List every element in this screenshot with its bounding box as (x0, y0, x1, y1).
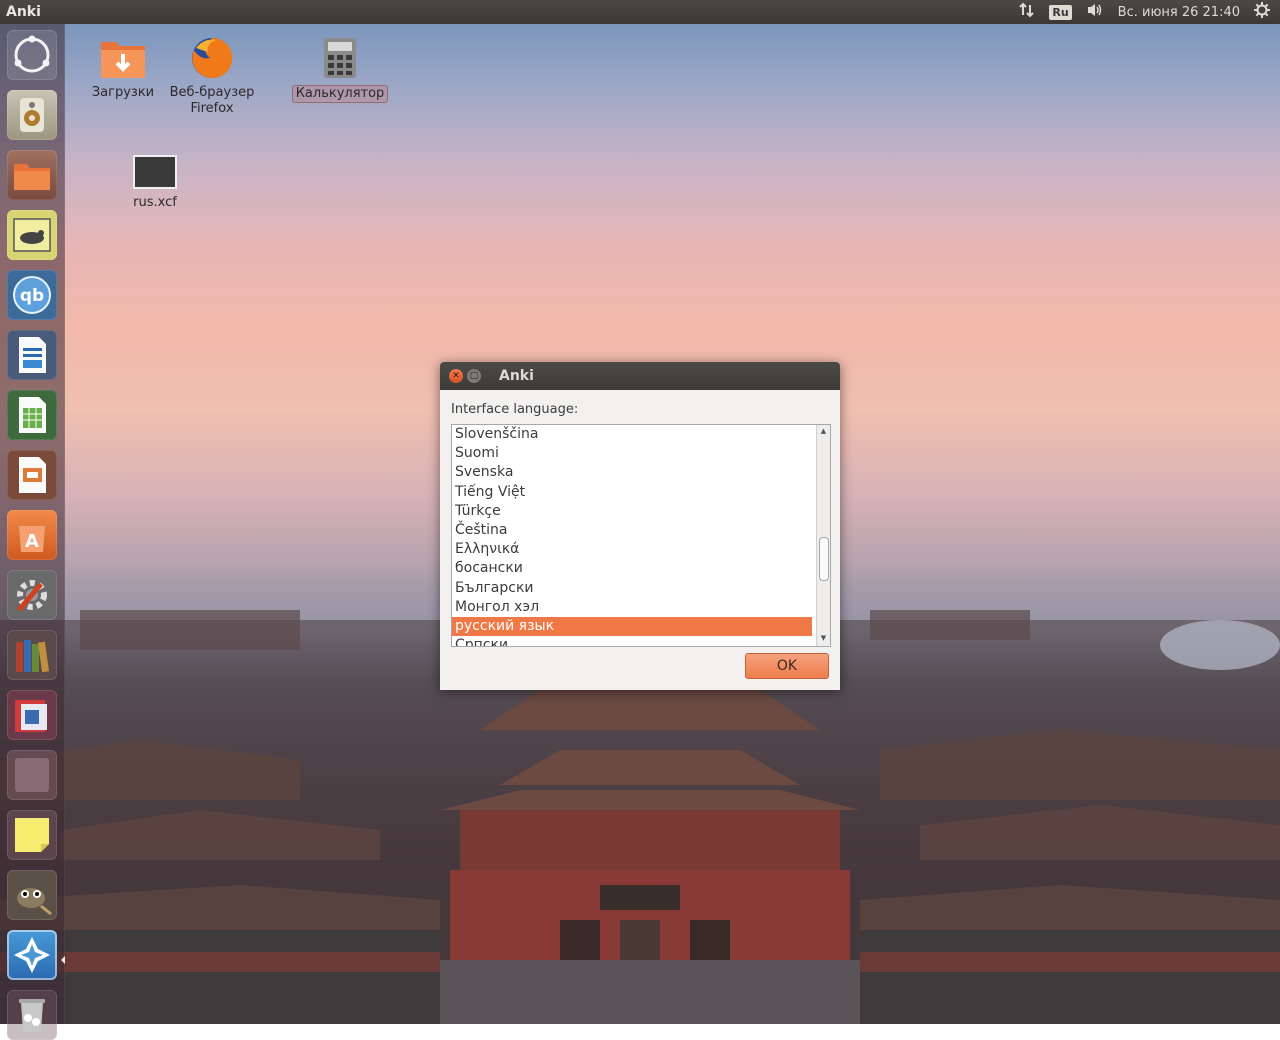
language-option[interactable]: Türkçe (452, 502, 812, 521)
top-panel: Anki Ru Вс. июня 26 21:40 (0, 0, 1280, 24)
downloads-folder-icon (101, 42, 145, 78)
dialog-title: Anki (499, 368, 534, 384)
desktop-icon-firefox[interactable]: Веб-браузер Firefox (166, 34, 258, 117)
language-option[interactable]: Čeština (452, 521, 812, 540)
sticky-notes-icon[interactable] (7, 810, 57, 860)
session-gear-icon[interactable] (1254, 2, 1270, 22)
active-app-title[interactable]: Anki (0, 4, 41, 20)
audio-player-icon[interactable] (7, 90, 57, 140)
workspaces-icon[interactable] (7, 750, 57, 800)
svg-text:qb: qb (20, 286, 44, 306)
system-settings-icon[interactable] (7, 570, 57, 620)
desktop-icon-label: Калькулятор (291, 85, 389, 103)
keyboard-layout-indicator[interactable]: Ru (1049, 4, 1072, 20)
scrollbar-thumb[interactable] (819, 537, 829, 581)
language-option[interactable]: босански (452, 559, 812, 578)
library-icon[interactable] (7, 630, 57, 680)
scroll-up-icon[interactable]: ▲ (819, 427, 828, 436)
language-option[interactable]: Svenska (452, 463, 812, 482)
language-list[interactable]: Slovenščina Suomi Svenska Tiếng Việt Tür… (451, 424, 831, 647)
language-option[interactable]: Монгол хэл (452, 598, 812, 617)
anki-icon[interactable] (7, 930, 57, 980)
language-option[interactable]: Slovenščina (452, 425, 812, 444)
desktop-icon-downloads[interactable]: Загрузки (88, 36, 158, 101)
volume-icon[interactable] (1086, 2, 1104, 22)
language-option[interactable]: Tiếng Việt (452, 483, 812, 502)
language-option[interactable]: Suomi (452, 444, 812, 463)
interface-language-label: Interface language: (451, 402, 579, 417)
maximize-icon[interactable]: □ (467, 369, 481, 383)
language-option[interactable]: Српски (452, 636, 812, 646)
language-option-selected[interactable]: русский язык (452, 616, 812, 637)
active-app-indicator (61, 956, 65, 964)
ok-button[interactable]: OK (745, 653, 829, 679)
files-icon[interactable] (7, 150, 57, 200)
calculator-icon (324, 38, 356, 78)
desktop-icon-label: rus.xcf (133, 195, 177, 210)
qbittorrent-icon[interactable]: qb (7, 270, 57, 320)
indicator-area: Ru Вс. июня 26 21:40 (1019, 2, 1280, 22)
dash-home-icon[interactable] (7, 30, 57, 80)
clock[interactable]: Вс. июня 26 21:40 (1118, 5, 1240, 20)
close-icon[interactable]: ✕ (449, 369, 463, 383)
desktop-icon-label: Загрузки (91, 85, 155, 100)
image-file-icon (133, 155, 177, 189)
gimp-icon[interactable] (7, 870, 57, 920)
svg-text:A: A (25, 531, 39, 552)
language-list-scrollbar[interactable]: ▲ ▼ (816, 425, 830, 646)
software-center-icon[interactable]: A (7, 510, 57, 560)
desktop-icon-calculator[interactable]: Калькулятор (290, 36, 390, 103)
trash-icon[interactable] (7, 990, 57, 1040)
gallery-icon[interactable] (7, 210, 57, 260)
unity-launcher: qb A (0, 24, 65, 1040)
language-option[interactable]: Български (452, 579, 812, 598)
language-option[interactable]: Ελληνικά (452, 540, 812, 559)
network-icon[interactable] (1019, 2, 1035, 22)
desktop-icon-rus-xcf[interactable]: rus.xcf (120, 154, 190, 211)
writer-icon[interactable] (7, 330, 57, 380)
firefox-icon (192, 37, 233, 78)
scroll-down-icon[interactable]: ▼ (819, 634, 828, 643)
presentation-icon[interactable] (7, 690, 57, 740)
desktop-icon-label: Веб-браузер Firefox (169, 85, 255, 116)
impress-icon[interactable] (7, 450, 57, 500)
dialog-titlebar[interactable]: ✕ □ Anki (440, 362, 840, 390)
calc-spreadsheet-icon[interactable] (7, 390, 57, 440)
language-dialog: ✕ □ Anki Interface language: Slovenščina… (440, 362, 840, 690)
